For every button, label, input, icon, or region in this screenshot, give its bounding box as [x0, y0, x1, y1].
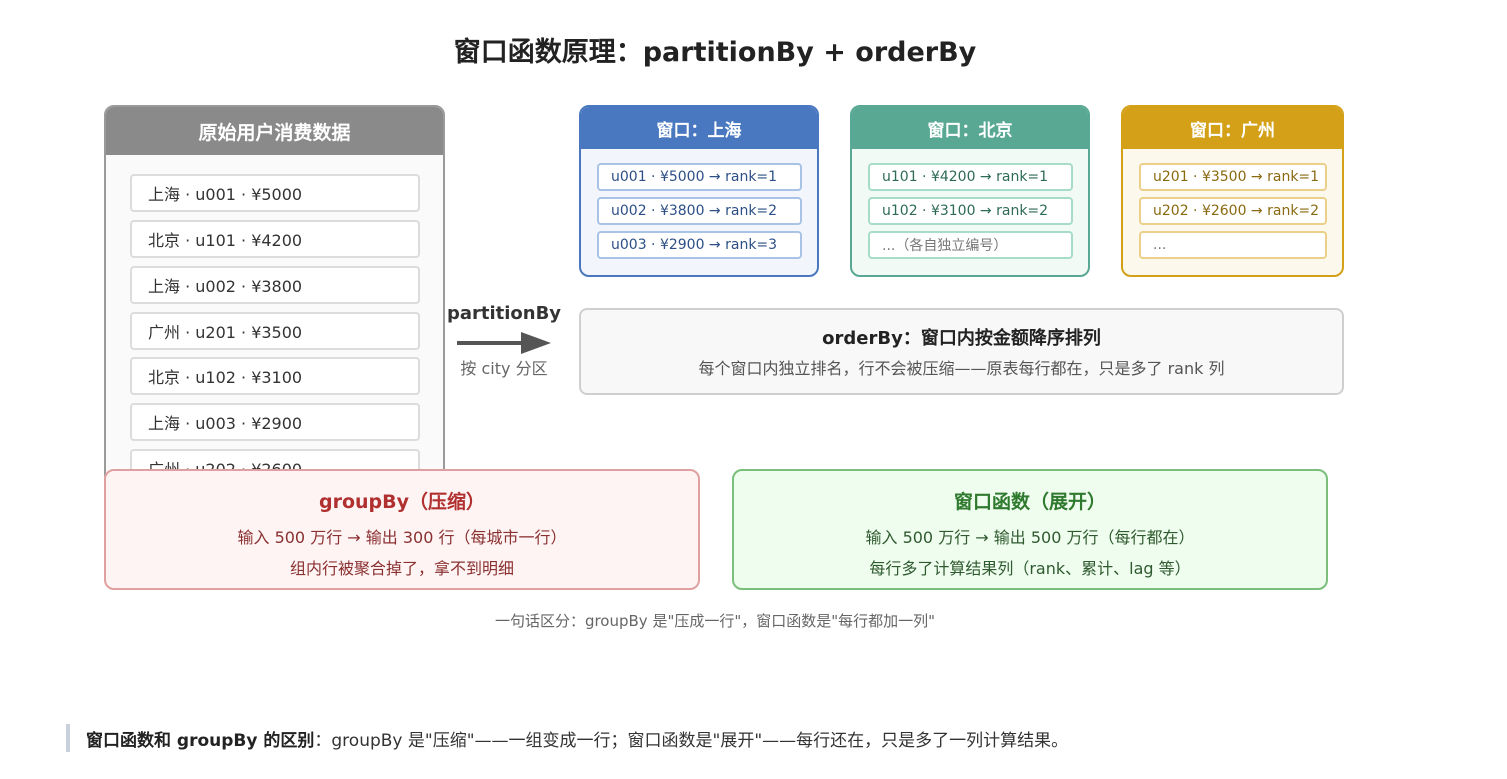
window-row: u201 · ¥3500 → rank=1 [1139, 163, 1327, 191]
groupby-comparison-box: groupBy（压缩） 输入 500 万行 → 输出 300 行（每城市一行） … [104, 469, 700, 590]
source-row: 北京 · u101 · ¥4200 [130, 220, 420, 258]
source-row: 上海 · u002 · ¥3800 [130, 266, 420, 304]
window-function-line-2: 每行多了计算结果列（rank、累计、lag 等） [869, 559, 1191, 578]
source-data-panel: 原始用户消费数据 上海 · u001 · ¥5000 北京 · u101 · ¥… [104, 105, 445, 485]
window-card-shanghai: 窗口：上海 u001 · ¥5000 → rank=1 u002 · ¥3800… [579, 105, 819, 277]
window-function-title: 窗口函数（展开） [953, 491, 1106, 513]
groupby-title: groupBy（压缩） [318, 491, 486, 513]
window-function-line-1: 输入 500 万行 → 输出 500 万行（每行都在） [865, 528, 1195, 547]
note-text: ：groupBy 是"压缩"——一组变成一行；窗口函数是"展开"——每行还在，只… [314, 730, 1069, 751]
window-row: u003 · ¥2900 → rank=3 [597, 231, 802, 259]
orderby-explanation-box: orderBy：窗口内按金额降序排列 每个窗口内独立排名，行不会被压缩——原表每… [579, 308, 1344, 395]
window-row: u102 · ¥3100 → rank=2 [868, 197, 1073, 225]
explanation-note: 窗口函数和 groupBy 的区别 ：groupBy 是"压缩"——一组变成一行；… [66, 724, 1466, 752]
window-row: u002 · ¥3800 → rank=2 [597, 197, 802, 225]
orderby-description: 每个窗口内独立排名，行不会被压缩——原表每行都在，只是多了 rank 列 [698, 359, 1225, 378]
source-row: 上海 · u001 · ¥5000 [130, 174, 420, 212]
source-row: 广州 · u201 · ¥3500 [130, 312, 420, 350]
orderby-title: orderBy：窗口内按金额降序排列 [822, 328, 1101, 349]
window-row: u101 · ¥4200 → rank=1 [868, 163, 1073, 191]
window-function-comparison-box: 窗口函数（展开） 输入 500 万行 → 输出 500 万行（每行都在） 每行多… [732, 469, 1328, 590]
window-row: u202 · ¥2600 → rank=2 [1139, 197, 1327, 225]
window-row: ... [1139, 231, 1327, 259]
source-data-header: 原始用户消费数据 [106, 107, 443, 155]
window-row: u001 · ¥5000 → rank=1 [597, 163, 802, 191]
note-bold-label: 窗口函数和 groupBy 的区别 [86, 730, 315, 751]
page-title: 窗口函数原理：partitionBy + orderBy [453, 37, 977, 68]
groupby-line-2: 组内行被聚合掉了，拿不到明细 [289, 559, 514, 578]
window-card-guangzhou: 窗口：广州 u201 · ¥3500 → rank=1 u202 · ¥2600… [1121, 105, 1344, 277]
groupby-line-1: 输入 500 万行 → 输出 300 行（每城市一行） [237, 528, 567, 547]
window-header: 窗口：上海 [581, 107, 817, 149]
window-header: 窗口：广州 [1123, 107, 1342, 149]
window-header: 窗口：北京 [852, 107, 1088, 149]
source-row: 北京 · u102 · ¥3100 [130, 357, 420, 395]
window-row: ...（各自独立编号） [868, 231, 1073, 259]
summary-caption: 一句话区分：groupBy 是"压成一行"，窗口函数是"每行都加一列" [494, 612, 936, 630]
partition-arrow-label: partitionBy [446, 303, 562, 324]
right-arrow-icon [457, 332, 551, 354]
source-row: 上海 · u003 · ¥2900 [130, 403, 420, 441]
window-card-beijing: 窗口：北京 u101 · ¥4200 → rank=1 u102 · ¥3100… [850, 105, 1090, 277]
partition-arrow-sublabel: 按 city 分区 [460, 359, 548, 378]
